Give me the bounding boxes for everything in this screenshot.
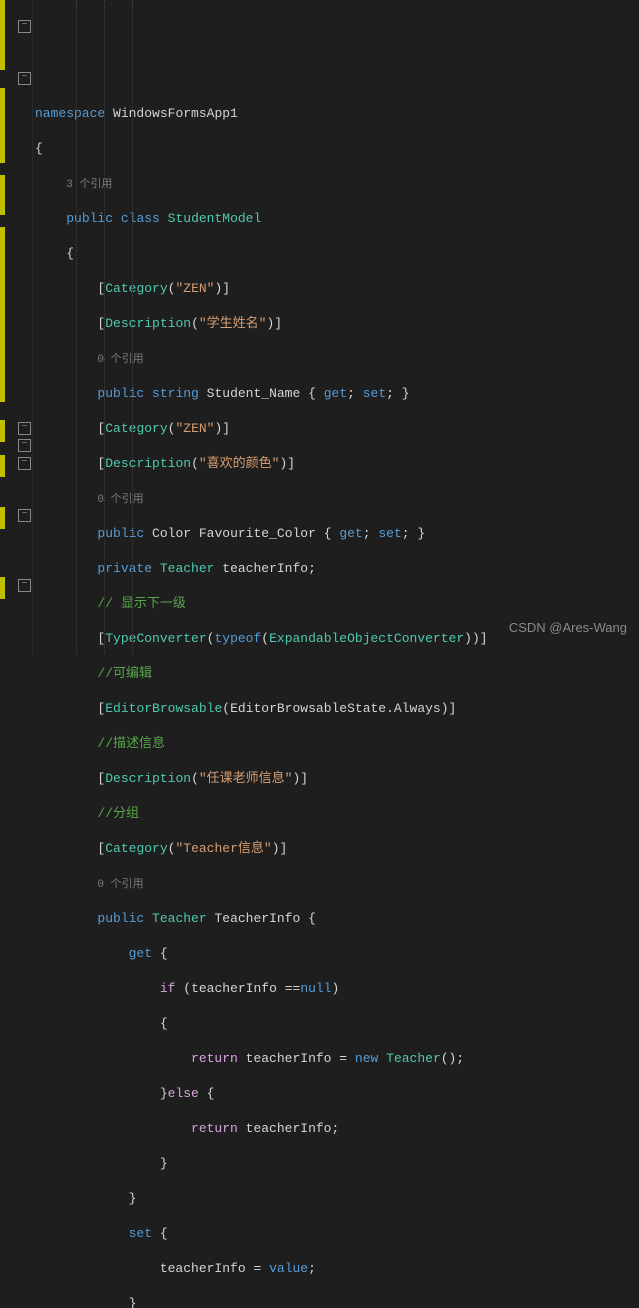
- attribute: Category: [105, 421, 167, 436]
- change-marker: [0, 577, 5, 599]
- attribute: EditorBrowsable: [105, 701, 222, 716]
- fold-minus-icon[interactable]: −: [18, 20, 31, 33]
- field-name: teacherInfo: [160, 1261, 246, 1276]
- field-name: teacherInfo: [191, 981, 277, 996]
- keyword: value: [269, 1261, 308, 1276]
- string-literal: "任课老师信息": [199, 771, 293, 786]
- change-marker: [0, 175, 5, 215]
- string-literal: "ZEN": [175, 281, 214, 296]
- fold-minus-icon[interactable]: −: [18, 72, 31, 85]
- attribute: Description: [105, 771, 191, 786]
- string-literal: "ZEN": [175, 421, 214, 436]
- keyword: public: [97, 911, 144, 926]
- change-marker: [0, 507, 5, 529]
- attribute: Description: [105, 456, 191, 471]
- keyword: if: [160, 981, 176, 996]
- fold-minus-icon[interactable]: −: [18, 422, 31, 435]
- keyword: class: [121, 211, 160, 226]
- keyword: get: [129, 946, 152, 961]
- change-marker: [0, 88, 5, 163]
- keyword: set: [363, 386, 386, 401]
- attribute: Category: [105, 281, 167, 296]
- comment: //分组: [97, 806, 139, 821]
- type: Teacher: [160, 561, 215, 576]
- keyword: namespace: [35, 106, 105, 121]
- code-editor: − − − − − − − namespace WindowsFormsApp1…: [0, 0, 639, 654]
- keyword: null: [300, 981, 331, 996]
- enum-type: EditorBrowsableState: [230, 701, 386, 716]
- type: Teacher: [386, 1051, 441, 1066]
- type: Teacher: [152, 911, 207, 926]
- string-literal: "Teacher信息": [175, 841, 271, 856]
- codelens-references[interactable]: 0 个引用: [97, 879, 143, 891]
- keyword: set: [378, 526, 401, 541]
- fold-minus-icon[interactable]: −: [18, 579, 31, 592]
- field-name: teacherInfo: [246, 1121, 332, 1136]
- keyword: return: [191, 1121, 238, 1136]
- change-marker: [0, 420, 5, 442]
- comment: //可编辑: [97, 666, 152, 681]
- editor-margin: − − − − − − −: [0, 0, 33, 654]
- keyword: set: [129, 1226, 152, 1241]
- attribute: TypeConverter: [105, 631, 206, 646]
- watermark: CSDN @Ares-Wang: [509, 619, 627, 637]
- type: Color: [152, 526, 191, 541]
- type: ExpandableObjectConverter: [269, 631, 464, 646]
- property-name: Favourite_Color: [199, 526, 316, 541]
- enum-value: Always: [394, 701, 441, 716]
- keyword: get: [339, 526, 362, 541]
- keyword: public: [66, 211, 113, 226]
- fold-minus-icon[interactable]: −: [18, 457, 31, 470]
- keyword: else: [168, 1086, 199, 1101]
- keyword: get: [324, 386, 347, 401]
- keyword: typeof: [214, 631, 261, 646]
- fold-minus-icon[interactable]: −: [18, 509, 31, 522]
- field-name: teacherInfo: [246, 1051, 332, 1066]
- keyword: new: [355, 1051, 378, 1066]
- change-marker: [0, 455, 5, 477]
- keyword: return: [191, 1051, 238, 1066]
- comment: //描述信息: [97, 736, 165, 751]
- property-name: Student_Name: [207, 386, 301, 401]
- code-area[interactable]: namespace WindowsFormsApp1 { 3 个引用 publi…: [33, 0, 639, 654]
- fold-minus-icon[interactable]: −: [18, 439, 31, 452]
- change-marker: [0, 227, 5, 402]
- string-literal: "喜欢的颜色": [199, 456, 280, 471]
- class-name: StudentModel: [168, 211, 262, 226]
- change-marker: [0, 0, 5, 70]
- comment: // 显示下一级: [97, 596, 185, 611]
- attribute: Category: [105, 841, 167, 856]
- field-name: teacherInfo: [222, 561, 308, 576]
- string-literal: "学生姓名": [199, 316, 267, 331]
- property-name: TeacherInfo: [214, 911, 300, 926]
- attribute: Description: [105, 316, 191, 331]
- keyword: string: [152, 386, 199, 401]
